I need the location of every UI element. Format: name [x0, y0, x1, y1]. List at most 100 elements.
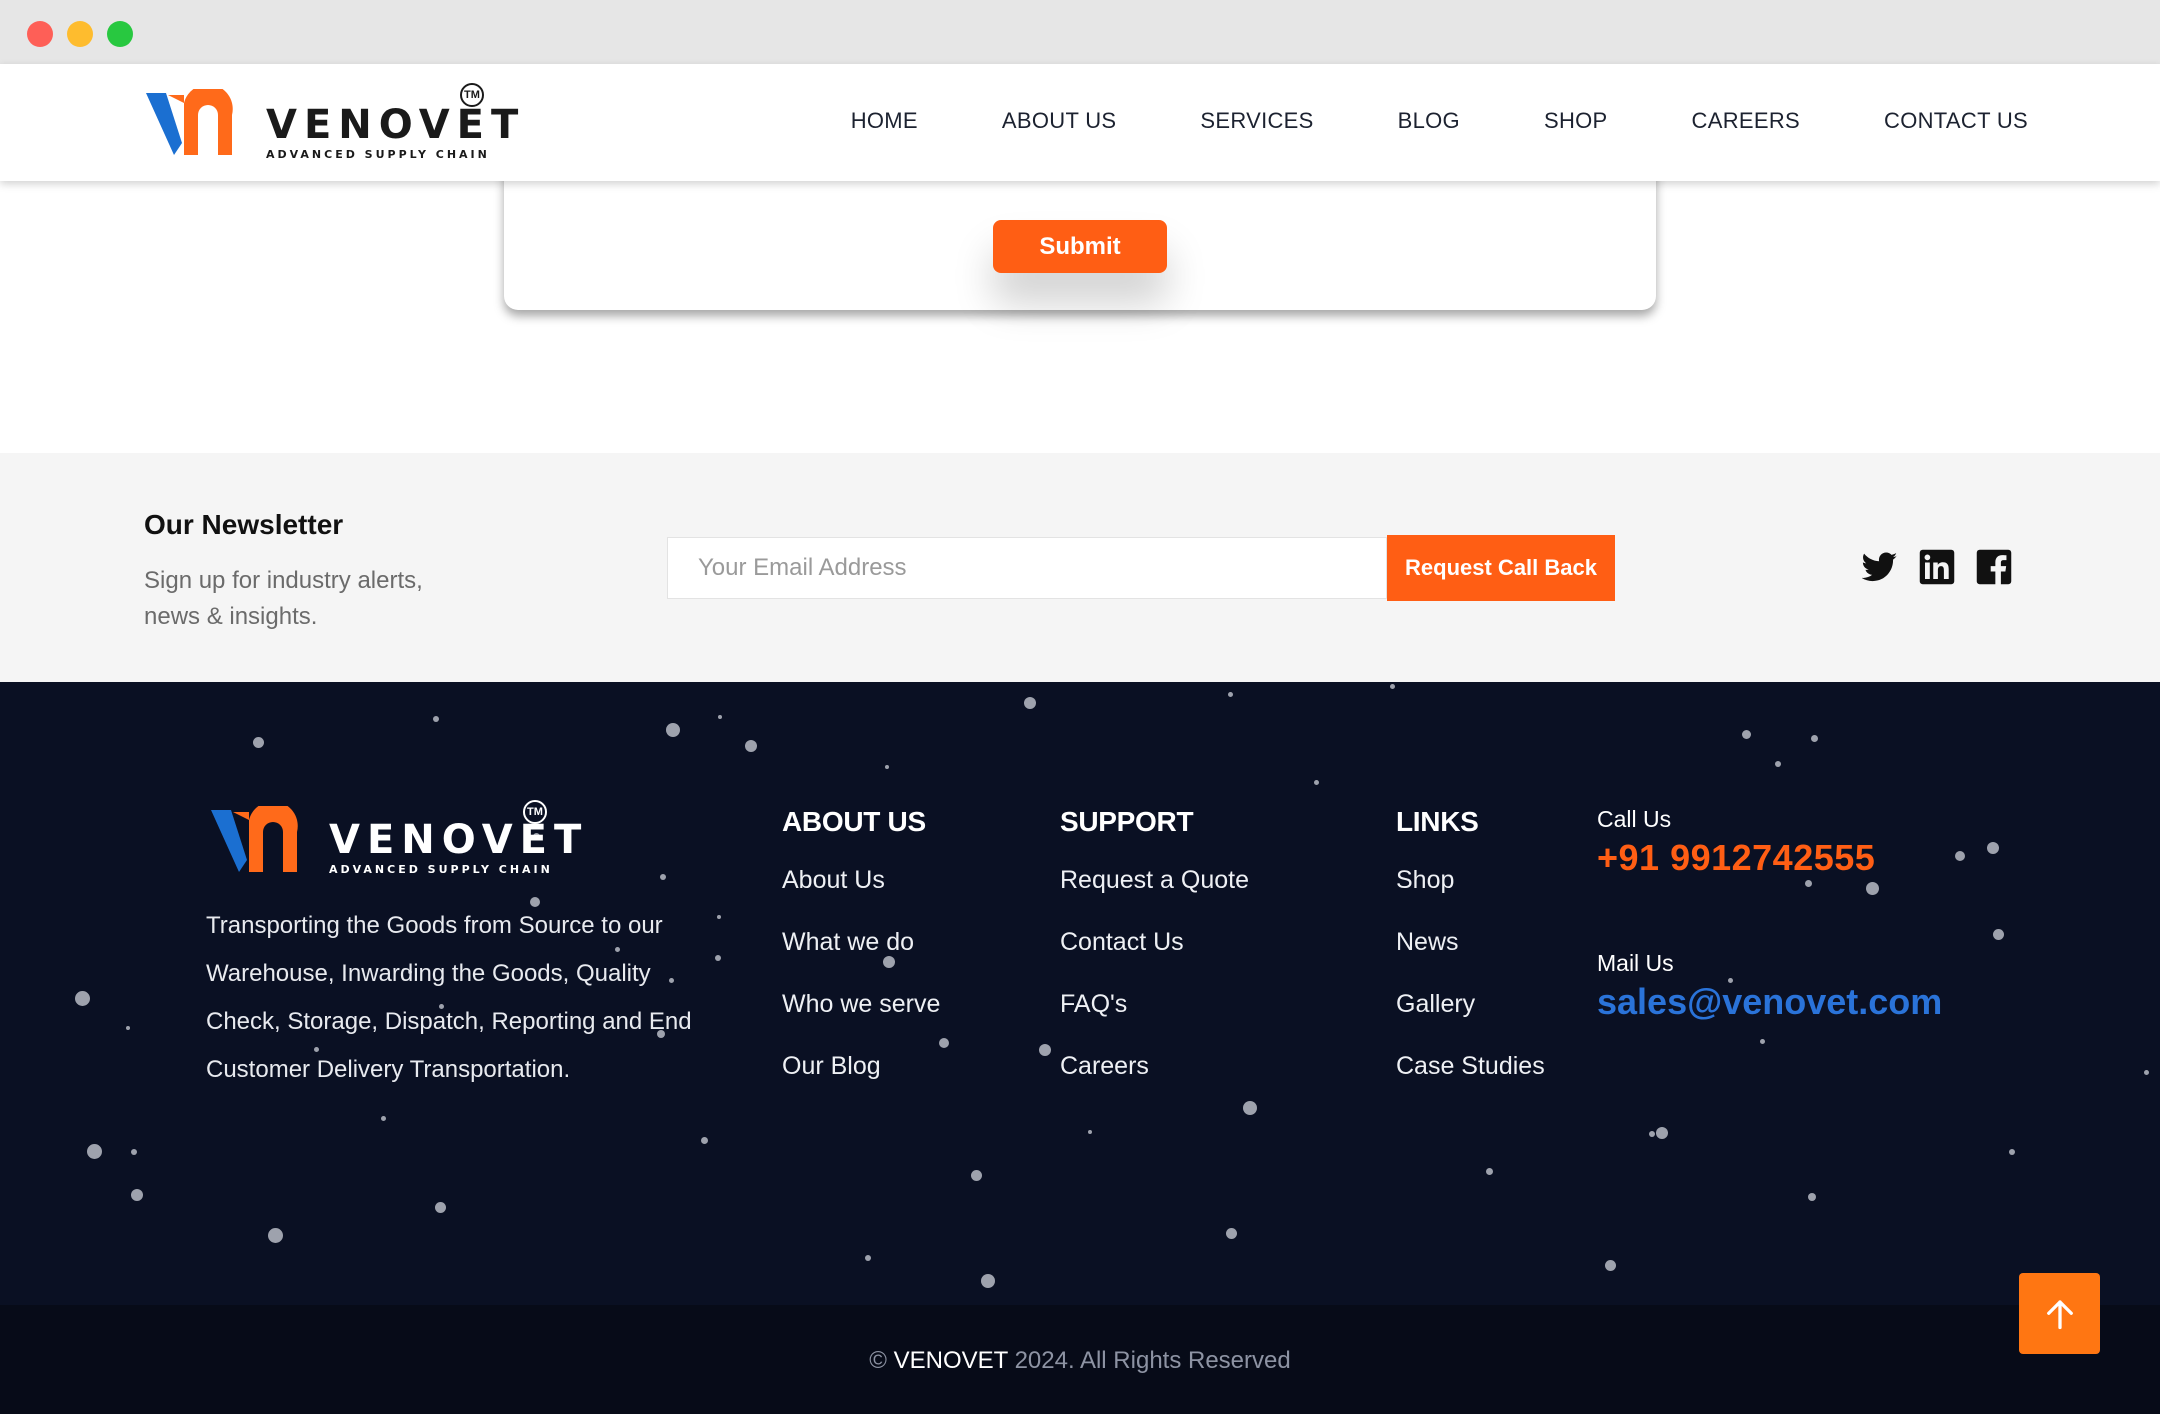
- copyright-brand: VENOVET: [893, 1347, 1008, 1374]
- particle-dot: [131, 1149, 137, 1155]
- particle-dot: [1604, 1259, 1616, 1271]
- particle-dot: [1088, 1130, 1092, 1134]
- particle-dot: [1313, 779, 1319, 785]
- particle-dot: [126, 1026, 130, 1030]
- nav-contact-us[interactable]: CONTACT US: [1884, 108, 2028, 134]
- footer-logo[interactable]: VENOVET ADVANCED SUPPLY CHAIN TM: [211, 800, 581, 876]
- header-logo[interactable]: VENOVET ADVANCED SUPPLY CHAIN TM: [146, 83, 518, 160]
- particle-dot: [1865, 881, 1879, 895]
- footer-link-what-we-do[interactable]: What we do: [782, 928, 940, 990]
- footer-link-shop[interactable]: Shop: [1396, 866, 1545, 928]
- trademark-icon: TM: [460, 83, 484, 107]
- linkedin-icon[interactable]: [1919, 549, 1955, 585]
- window-titlebar: [0, 0, 2160, 64]
- mail-us-label: Mail Us: [1597, 950, 1674, 976]
- newsletter-title: Our Newsletter: [144, 509, 344, 540]
- footer-link-who-we-serve[interactable]: Who we serve: [782, 990, 940, 1052]
- call-us-block: Call Us +91 9912742555: [1597, 806, 1875, 879]
- footer-link-news[interactable]: News: [1396, 928, 1545, 990]
- particle-dot: [700, 1136, 708, 1144]
- particle-dot: [1775, 761, 1781, 767]
- footer-link-careers[interactable]: Careers: [1060, 1052, 1249, 1114]
- particle-dot: [660, 874, 666, 880]
- particle-dot: [1485, 1167, 1493, 1175]
- footer-link-gallery[interactable]: Gallery: [1396, 990, 1545, 1052]
- particle-dot: [1992, 928, 2004, 940]
- footer-link-contact-us[interactable]: Contact Us: [1060, 928, 1249, 990]
- footer-column-support: SUPPORT Request a Quote Contact Us FAQ's…: [1060, 806, 1249, 1114]
- particle-dot: [1759, 1038, 1765, 1044]
- particle-dot: [970, 1169, 982, 1181]
- particle-dot: [252, 736, 264, 748]
- venovet-logo-mark-icon: [146, 89, 233, 155]
- call-us-label: Call Us: [1597, 806, 1672, 832]
- footer-column-links: LINKS Shop News Gallery Case Studies: [1396, 806, 1545, 1114]
- nav-about-us[interactable]: ABOUT US: [1002, 108, 1116, 134]
- particle-dot: [718, 715, 722, 719]
- particle-dot: [86, 1143, 102, 1159]
- copyright-rest: 2024. All Rights Reserved: [1014, 1347, 1291, 1374]
- logo-wordmark: VENOVET: [266, 102, 526, 148]
- email-link[interactable]: sales@venovet.com: [1597, 981, 1942, 1023]
- footer-column-title: LINKS: [1396, 806, 1479, 837]
- particle-dot: [865, 1255, 871, 1261]
- particle-dot: [74, 990, 90, 1006]
- nav-shop[interactable]: SHOP: [1544, 108, 1608, 134]
- arrow-up-icon: [2046, 1299, 2073, 1329]
- particle-dot: [433, 716, 439, 722]
- particle-dot: [666, 723, 680, 737]
- particle-dot: [1039, 1044, 1051, 1056]
- particle-dot: [1024, 697, 1036, 709]
- particle-dot: [1987, 842, 1999, 854]
- submit-button[interactable]: Submit: [993, 220, 1167, 273]
- particle-dot: [434, 1201, 446, 1213]
- minimize-window-button[interactable]: [67, 21, 93, 47]
- particle-dot: [939, 1038, 949, 1048]
- particle-dot: [1804, 879, 1812, 887]
- logo-tagline: ADVANCED SUPPLY CHAIN: [329, 863, 553, 876]
- maximize-window-button[interactable]: [107, 21, 133, 47]
- footer-link-request-quote[interactable]: Request a Quote: [1060, 866, 1249, 928]
- particle-dot: [2009, 1149, 2015, 1155]
- particle-dot: [1810, 734, 1818, 742]
- particle-dot: [1649, 1131, 1655, 1137]
- footer-link-faqs[interactable]: FAQ's: [1060, 990, 1249, 1052]
- particle-dot: [1225, 1227, 1237, 1239]
- particle-dot: [1741, 729, 1751, 739]
- footer-link-our-blog[interactable]: Our Blog: [782, 1052, 940, 1114]
- footer-description: Transporting the Goods from Source to ou…: [206, 912, 692, 1083]
- particle-dot: [267, 1227, 283, 1243]
- nav-careers[interactable]: CAREERS: [1692, 108, 1800, 134]
- particle-dot: [1955, 851, 1965, 861]
- trademark-icon: TM: [523, 800, 547, 824]
- newsletter-subtitle: Sign up for industry alerts, news & insi…: [144, 567, 423, 630]
- footer-column-about: ABOUT US About Us What we do Who we serv…: [782, 806, 940, 1114]
- email-input[interactable]: [667, 537, 1387, 599]
- nav-services[interactable]: SERVICES: [1200, 108, 1313, 134]
- venovet-logo-mark-icon: [211, 806, 298, 872]
- site-header: VENOVET ADVANCED SUPPLY CHAIN TM HOME AB…: [0, 64, 2160, 181]
- nav-blog[interactable]: BLOG: [1398, 108, 1460, 134]
- main-nav: HOME ABOUT US SERVICES BLOG SHOP CAREERS…: [851, 108, 2028, 134]
- request-call-back-button[interactable]: Request Call Back: [1387, 535, 1615, 601]
- twitter-icon[interactable]: [1862, 549, 1898, 585]
- close-window-button[interactable]: [27, 21, 53, 47]
- copyright-text: © VENOVET 2024. All Rights Reserved: [0, 1347, 2160, 1375]
- particle-dot: [1808, 1193, 1816, 1201]
- particle-dot: [885, 765, 889, 769]
- particle-dot: [1389, 683, 1395, 689]
- mail-us-block: Mail Us sales@venovet.com: [1597, 950, 1942, 1023]
- copyright-bar: © VENOVET 2024. All Rights Reserved: [0, 1305, 2160, 1414]
- facebook-icon[interactable]: [1976, 549, 2012, 585]
- nav-home[interactable]: HOME: [851, 108, 918, 134]
- particle-dot: [380, 1115, 386, 1121]
- footer-column-title: ABOUT US: [782, 806, 926, 837]
- logo-wordmark: VENOVET: [329, 817, 589, 863]
- phone-link[interactable]: +91 9912742555: [1597, 837, 1875, 879]
- site-footer: VENOVET ADVANCED SUPPLY CHAIN TM Transpo…: [0, 682, 2160, 1305]
- footer-column-title: SUPPORT: [1060, 806, 1194, 837]
- back-to-top-button[interactable]: [2019, 1273, 2100, 1354]
- footer-link-about-us[interactable]: About Us: [782, 866, 940, 928]
- particle-dot: [131, 1189, 143, 1201]
- footer-link-case-studies[interactable]: Case Studies: [1396, 1052, 1545, 1114]
